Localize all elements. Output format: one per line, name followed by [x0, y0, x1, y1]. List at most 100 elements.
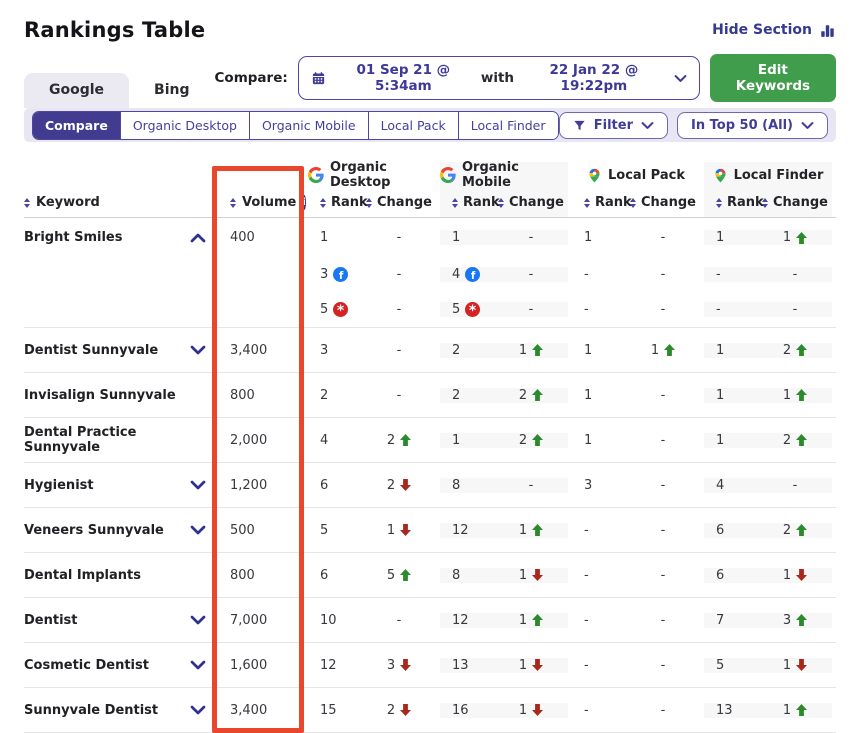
- change-value: 3: [387, 658, 395, 673]
- edit-keywords-button[interactable]: Edit Keywords: [710, 54, 836, 102]
- volume-group-spacer: [216, 162, 304, 188]
- tab-bing[interactable]: Bing: [129, 73, 214, 108]
- rank-cell: 4f: [440, 267, 494, 282]
- view-button-organic-desktop[interactable]: Organic Desktop: [120, 112, 249, 139]
- group-cells-organic-mobile: 121: [440, 613, 568, 628]
- change-header[interactable]: Change: [626, 188, 700, 217]
- rank-value: 7: [716, 613, 724, 628]
- volume-value: 800: [230, 568, 255, 583]
- change-header[interactable]: Change: [758, 188, 832, 217]
- change-value: -: [661, 230, 666, 245]
- rank-cell: 8: [440, 478, 494, 493]
- rank-cell: 12: [308, 658, 362, 673]
- rank-cell: 1: [704, 433, 758, 448]
- keyword-label: Invisalign Sunnyvale: [24, 388, 176, 403]
- expand-toggle[interactable]: [190, 615, 206, 625]
- expand-toggle[interactable]: [190, 345, 206, 355]
- group-cells-local-finder: --: [704, 267, 832, 282]
- table-row: Bright Smiles4001-1-1-113f-4f-----5*-5*-…: [24, 218, 836, 328]
- change-cell: -: [362, 343, 436, 358]
- sort-icon[interactable]: [230, 198, 236, 208]
- chevron-down-icon: [190, 480, 206, 490]
- tab-google[interactable]: Google: [24, 73, 129, 108]
- volume-header[interactable]: Volume: [216, 188, 304, 217]
- group-cells-local-pack: --: [572, 658, 700, 673]
- sort-icon[interactable]: [452, 198, 458, 208]
- change-header[interactable]: Change: [362, 188, 436, 217]
- change-header[interactable]: Change: [494, 188, 568, 217]
- change-cell: 5: [362, 568, 436, 583]
- keyword-label: Dental Implants: [24, 568, 141, 583]
- table-row: Dental Practice Sunnyvale2,00042121-12: [24, 418, 836, 463]
- rankings-table-page: Rankings Table Hide Section GoogleBing C…: [0, 0, 860, 711]
- change-header-label: Change: [641, 195, 696, 210]
- volume-cell: 1,600: [216, 658, 304, 673]
- change-value: 1: [783, 658, 791, 673]
- rank-cell: 13: [704, 703, 758, 718]
- change-up-arrow: [532, 389, 543, 401]
- keyword-label: Bright Smiles: [24, 230, 122, 245]
- rank-header[interactable]: Rank: [308, 188, 362, 217]
- rank-cell: 10: [308, 613, 362, 628]
- rank-header[interactable]: Rank: [440, 188, 494, 217]
- group-cells-organic-desktop: 10-: [308, 613, 436, 628]
- sort-icon[interactable]: [498, 198, 504, 208]
- view-button-local-pack[interactable]: Local Pack: [368, 112, 458, 139]
- volume-cell: 800: [216, 388, 304, 403]
- sort-icon[interactable]: [24, 198, 30, 208]
- group-subheader-local-pack: Rank Change: [572, 188, 700, 217]
- rank-cell: 16: [440, 703, 494, 718]
- table-line: Dentist Sunnyvale3,4003-211112: [24, 328, 836, 372]
- change-value: 1: [783, 703, 791, 718]
- rank-header[interactable]: Rank: [572, 188, 626, 217]
- view-button-local-finder[interactable]: Local Finder: [458, 112, 558, 139]
- change-value: 2: [783, 433, 791, 448]
- view-button-organic-mobile[interactable]: Organic Mobile: [249, 112, 368, 139]
- compare-date-range-picker[interactable]: 01 Sep 21 @ 5:34am with 22 Jan 22 @ 19:2…: [298, 56, 700, 100]
- rank-cell: 1: [704, 388, 758, 403]
- change-value: -: [661, 703, 666, 718]
- rank-cell: 1: [704, 230, 758, 245]
- funnel-icon: [573, 119, 586, 132]
- sort-icon[interactable]: [320, 198, 326, 208]
- sort-icon[interactable]: [366, 198, 372, 208]
- change-cell: 2: [758, 343, 832, 358]
- filter-label: Filter: [594, 118, 633, 133]
- top-filter-label: In Top 50 (All): [691, 118, 793, 133]
- expand-toggle[interactable]: [190, 525, 206, 535]
- group-label: Local Finder: [734, 168, 824, 183]
- sort-icon[interactable]: [584, 198, 590, 208]
- sort-icon[interactable]: [716, 198, 722, 208]
- rank-cell: 1: [572, 343, 626, 358]
- expand-toggle[interactable]: [190, 705, 206, 715]
- change-down-arrow: [400, 659, 411, 671]
- change-down-arrow: [400, 479, 411, 491]
- rank-cell: 7: [704, 613, 758, 628]
- hide-section-link[interactable]: Hide Section: [712, 22, 836, 39]
- rank-cell: 6: [308, 568, 362, 583]
- compare-date-from: 01 Sep 21 @ 5:34am: [334, 62, 473, 94]
- change-up-arrow: [796, 389, 807, 401]
- rank-value: 5: [320, 523, 328, 538]
- rank-cell: -: [572, 613, 626, 628]
- filter-dropdown[interactable]: Filter: [559, 112, 668, 139]
- expand-toggle[interactable]: [190, 660, 206, 670]
- group-cells-local-pack: 1-: [572, 433, 700, 448]
- rank-cell: -: [572, 523, 626, 538]
- group-cells-local-finder: --: [704, 302, 832, 317]
- info-icon[interactable]: [302, 195, 305, 210]
- expand-toggle[interactable]: [190, 480, 206, 490]
- change-value: -: [661, 478, 666, 493]
- top-filter-dropdown[interactable]: In Top 50 (All): [677, 112, 828, 139]
- rank-value: 2: [452, 343, 460, 358]
- rank-header[interactable]: Rank: [704, 188, 758, 217]
- keyword-label: Dentist: [24, 613, 78, 628]
- table-line: Veneers Sunnyvale50051121--62: [24, 508, 836, 552]
- rank-cell: 1: [572, 388, 626, 403]
- view-button-compare[interactable]: Compare: [33, 112, 120, 139]
- keyword-header[interactable]: Keyword: [24, 188, 216, 217]
- expand-toggle[interactable]: [190, 233, 206, 243]
- sort-icon[interactable]: [630, 198, 636, 208]
- rank-value: -: [584, 302, 589, 317]
- sort-icon[interactable]: [762, 198, 768, 208]
